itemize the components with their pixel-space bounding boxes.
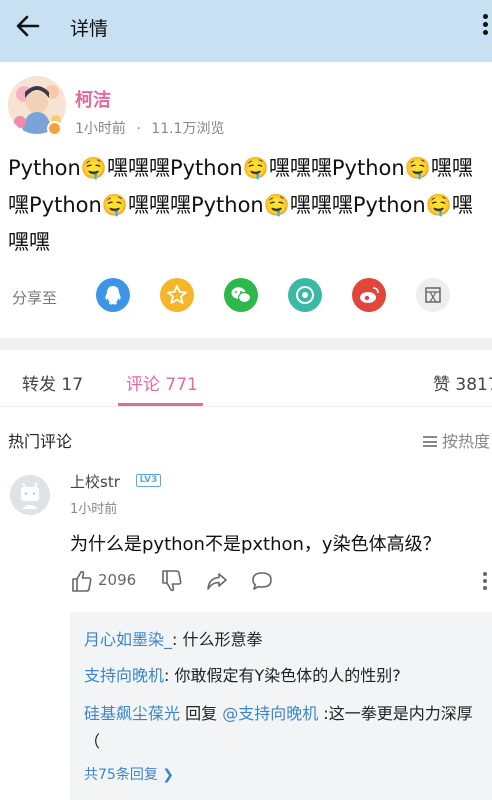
qq-icon[interactable] xyxy=(96,278,130,312)
commenter-name[interactable]: 上校str xyxy=(70,471,120,492)
page-title: 详情 xyxy=(70,18,109,40)
like-count: 2096 xyxy=(98,571,137,589)
reply-item[interactable]: 支持向晚机: 你敢假定有Y染色体的人的性别? xyxy=(84,662,484,690)
level-badge: LV3 xyxy=(136,474,161,487)
reply-item[interactable]: 硅基飙尘葆光 回复 @支持向晚机 :这一拳更是内力深厚（ xyxy=(84,700,484,756)
sort-icon xyxy=(423,436,437,447)
reply-text: : 你敢假定有Y染色体的人的性别? xyxy=(164,666,401,685)
reply-author[interactable]: 硅基飙尘葆光 xyxy=(84,704,180,723)
verified-badge-icon xyxy=(47,121,62,136)
comment-text: 为什么是python不是pxthon，y染色体高级？ xyxy=(70,534,441,555)
reply-item[interactable]: 月心如墨染_: 什么形意拳 xyxy=(84,626,484,654)
more-vertical-icon[interactable] xyxy=(480,14,490,40)
reply-author[interactable]: 支持向晚机 xyxy=(84,666,164,685)
share-label: 分享至 xyxy=(12,289,58,307)
weibo-icon[interactable] xyxy=(352,278,386,312)
replies-panel: 月心如墨染_: 什么形意拳 支持向晚机: 你敢假定有Y染色体的人的性别? 硅基飙… xyxy=(70,612,492,800)
more-replies-link[interactable]: 共75条回复 ❯ xyxy=(84,764,174,784)
section-divider xyxy=(0,338,492,350)
qzone-star-icon[interactable] xyxy=(160,278,194,312)
hot-comments-title: 热门评论 xyxy=(8,432,73,451)
tab-repost[interactable]: 转发 17 xyxy=(22,370,83,395)
reply-mention[interactable]: @支持向晚机 xyxy=(222,704,318,723)
reply-connector: 回复 xyxy=(180,704,223,723)
back-arrow-icon[interactable] xyxy=(14,12,42,40)
post-content: Python🤤嘿嘿嘿Python🤤嘿嘿嘿Python🤤嘿嘿嘿Python🤤嘿嘿嘿… xyxy=(8,156,473,254)
tabs-divider xyxy=(0,406,492,407)
wechat-icon[interactable] xyxy=(224,278,258,312)
reply-icon[interactable] xyxy=(250,568,274,594)
tab-comments[interactable]: 评论 771 xyxy=(126,370,198,395)
commenter-avatar[interactable] xyxy=(10,475,50,515)
comment-more-icon[interactable] xyxy=(482,572,488,592)
comment-time: 1小时前 xyxy=(70,502,118,517)
sort-button[interactable]: 按热度 xyxy=(423,428,490,452)
moments-icon[interactable] xyxy=(288,278,322,312)
author-name[interactable]: 柯洁 xyxy=(75,86,111,112)
post-meta: 1小时前 · 11.1万浏览 xyxy=(75,118,224,138)
dislike-icon[interactable] xyxy=(160,568,184,594)
browser-icon[interactable] xyxy=(416,278,450,312)
tab-likes[interactable]: 赞 3817 xyxy=(433,370,492,395)
like-icon[interactable] xyxy=(70,568,94,594)
sort-label: 按热度 xyxy=(442,432,491,451)
meta-separator: · xyxy=(136,121,141,137)
reply-author[interactable]: 月心如墨染_ xyxy=(84,630,172,649)
post-views: 11.1万浏览 xyxy=(151,121,225,137)
top-bar: 详情 xyxy=(0,0,492,62)
post-time: 1小时前 xyxy=(75,121,126,137)
reply-text: : 什么形意拳 xyxy=(172,630,263,649)
share-icon[interactable] xyxy=(205,568,229,594)
